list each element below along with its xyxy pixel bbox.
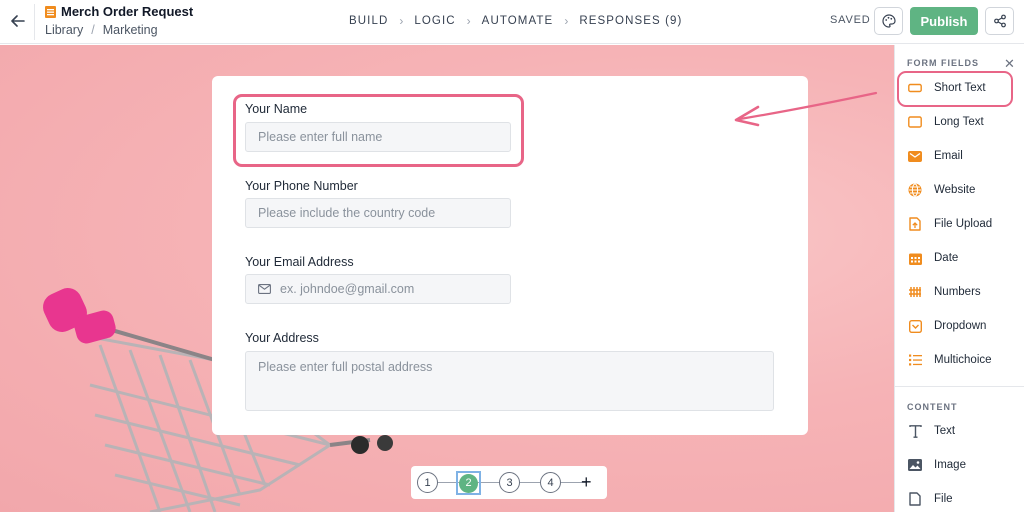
- content-text[interactable]: Text: [907, 420, 1019, 442]
- field-email-label: Email: [934, 150, 963, 162]
- breadcrumb-marketing[interactable]: Marketing: [103, 23, 158, 37]
- page-4-button[interactable]: 4: [540, 472, 561, 493]
- divider: [34, 4, 35, 40]
- content-file-label: File: [934, 493, 953, 505]
- form-card: Your Name Please enter full name Your Ph…: [212, 76, 808, 435]
- page-1-button[interactable]: 1: [417, 472, 438, 493]
- calendar-icon: [907, 250, 923, 266]
- file-upload-icon: [907, 216, 923, 232]
- annotation-arrow-icon: [734, 91, 878, 127]
- theme-button[interactable]: [874, 7, 903, 35]
- page-2-button[interactable]: 2: [459, 473, 478, 493]
- field-date-label: Date: [934, 252, 959, 264]
- back-arrow-icon[interactable]: [9, 12, 27, 30]
- builder-steps: BUILD › LOGIC › AUTOMATE › RESPONSES (9): [349, 14, 682, 28]
- share-button[interactable]: [985, 7, 1014, 35]
- breadcrumb-library[interactable]: Library: [45, 23, 83, 37]
- field-email[interactable]: Email: [907, 145, 1019, 167]
- panel-divider: [895, 386, 1024, 387]
- step-build[interactable]: BUILD: [349, 15, 388, 27]
- email-input-placeholder: ex. johndoe@gmail.com: [280, 282, 415, 296]
- phone-input-placeholder: Please include the country code: [258, 206, 436, 220]
- field-numbers-label: Numbers: [934, 286, 981, 298]
- dropdown-icon: [907, 318, 923, 334]
- top-bar: Merch Order Request Library / Marketing …: [0, 0, 1024, 44]
- palette-icon: [881, 14, 896, 28]
- add-page-button[interactable]: +: [581, 472, 592, 492]
- page-3-button[interactable]: 3: [499, 472, 520, 493]
- field-file-upload[interactable]: File Upload: [907, 213, 1019, 235]
- field-label-phone: Your Phone Number: [245, 179, 358, 193]
- name-input[interactable]: Please enter full name: [245, 122, 511, 152]
- field-website[interactable]: Website: [907, 179, 1019, 201]
- phone-input[interactable]: Please include the country code: [245, 198, 511, 228]
- form-fields-heading: FORM FIELDS: [907, 58, 979, 68]
- content-image-label: Image: [934, 459, 966, 471]
- field-numbers[interactable]: Numbers: [907, 281, 1019, 303]
- list-icon: [907, 352, 923, 368]
- content-image[interactable]: Image: [907, 454, 1019, 476]
- field-short-text-label: Short Text: [934, 82, 986, 94]
- name-input-placeholder: Please enter full name: [258, 130, 383, 144]
- field-multichoice[interactable]: Multichoice: [907, 349, 1019, 371]
- numbers-icon: [907, 284, 923, 300]
- field-file-upload-label: File Upload: [934, 218, 993, 230]
- field-website-label: Website: [934, 184, 976, 196]
- fields-panel: FORM FIELDS ✕ Short Text Long Text Email…: [894, 45, 1024, 512]
- field-long-text-label: Long Text: [934, 116, 984, 128]
- field-dropdown[interactable]: Dropdown: [907, 315, 1019, 337]
- chevron-right-icon: ›: [399, 14, 404, 28]
- saved-status: SAVED: [830, 14, 871, 26]
- step-logic[interactable]: LOGIC: [414, 15, 455, 27]
- field-label-email: Your Email Address: [245, 255, 354, 269]
- field-long-text[interactable]: Long Text: [907, 111, 1019, 133]
- content-heading: CONTENT: [907, 402, 958, 412]
- content-file[interactable]: File: [907, 488, 1019, 510]
- form-title-text: Merch Order Request: [61, 4, 194, 19]
- address-textarea-placeholder: Please enter full postal address: [258, 360, 433, 374]
- share-icon: [993, 14, 1006, 28]
- long-text-icon: [907, 114, 923, 130]
- breadcrumb-separator: /: [91, 23, 95, 37]
- form-canvas: Your Name Please enter full name Your Ph…: [0, 45, 894, 512]
- step-automate[interactable]: AUTOMATE: [482, 15, 554, 27]
- field-label-address: Your Address: [245, 331, 319, 345]
- field-label-name: Your Name: [245, 102, 308, 116]
- page-navigator: 1 2 3 4 +: [411, 466, 607, 499]
- chevron-right-icon: ›: [466, 14, 471, 28]
- content-text-label: Text: [934, 425, 956, 437]
- publish-button[interactable]: Publish: [910, 7, 978, 35]
- close-icon[interactable]: ✕: [1004, 56, 1015, 72]
- field-short-text[interactable]: Short Text: [897, 71, 1019, 107]
- form-title[interactable]: Merch Order Request: [45, 4, 193, 19]
- image-icon: [907, 457, 923, 473]
- globe-icon: [907, 182, 923, 198]
- text-icon: [907, 423, 923, 439]
- short-text-icon: [907, 80, 923, 96]
- field-date[interactable]: Date: [907, 247, 1019, 269]
- email-icon: [907, 148, 923, 164]
- breadcrumb: Library / Marketing: [45, 23, 193, 37]
- file-icon: [907, 491, 923, 507]
- email-input[interactable]: ex. johndoe@gmail.com: [245, 274, 511, 304]
- step-responses[interactable]: RESPONSES (9): [579, 15, 682, 27]
- address-textarea[interactable]: Please enter full postal address: [245, 351, 774, 411]
- mail-icon: [258, 284, 271, 294]
- form-icon: [45, 5, 56, 18]
- page-2-focus-ring: 2: [456, 471, 481, 495]
- chevron-right-icon: ›: [564, 14, 569, 28]
- field-dropdown-label: Dropdown: [934, 320, 987, 332]
- field-multichoice-label: Multichoice: [934, 354, 992, 366]
- title-block: Merch Order Request Library / Marketing: [45, 4, 193, 37]
